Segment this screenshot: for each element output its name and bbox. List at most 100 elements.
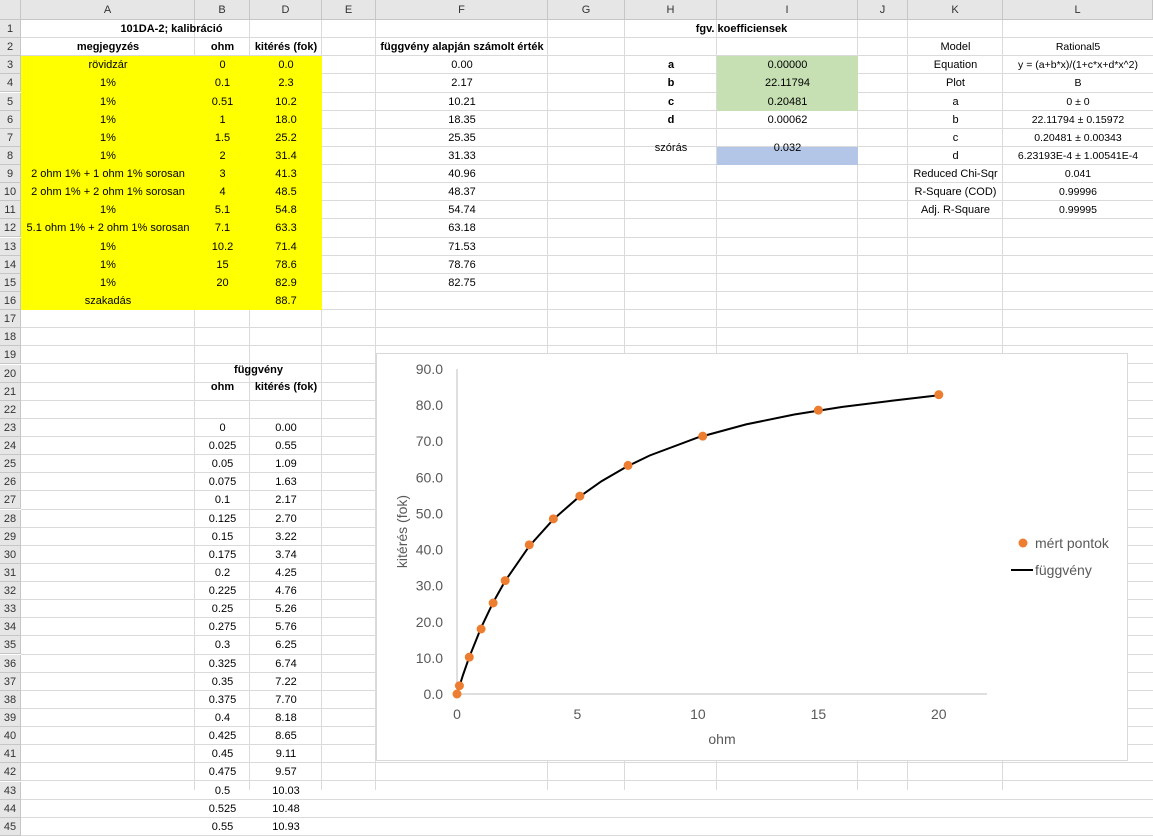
fit-label[interactable]: Model	[908, 38, 1003, 56]
function-ohm[interactable]: 0.075	[195, 473, 250, 491]
function-ohm[interactable]: 0.1	[195, 491, 250, 509]
calibration-deg[interactable]: 78.6	[250, 256, 322, 274]
row-header-9[interactable]: 9	[0, 165, 21, 184]
function-ohm[interactable]: 0.25	[195, 600, 250, 618]
calibration-ohm[interactable]: 1.5	[195, 129, 250, 147]
row-header-1[interactable]: 1	[0, 20, 21, 39]
coefficient-name-c[interactable]: c	[625, 93, 717, 111]
fit-label[interactable]: c	[908, 129, 1003, 147]
calibration-ohm[interactable]: 3	[195, 165, 250, 183]
function-header-ohm[interactable]: ohm	[195, 378, 250, 396]
row-header-10[interactable]: 10	[0, 183, 21, 202]
fit-value[interactable]: Rational5	[1003, 38, 1153, 56]
calibration-ohm[interactable]: 20	[195, 274, 250, 292]
row-header-42[interactable]: 42	[0, 763, 21, 782]
row-header-20[interactable]: 20	[0, 364, 21, 383]
row-header-15[interactable]: 15	[0, 273, 21, 292]
row-header-17[interactable]: 17	[0, 310, 21, 329]
column-header-B[interactable]: B	[195, 0, 250, 20]
calibration-note[interactable]: 5.1 ohm 1% + 2 ohm 1% sorosan	[21, 219, 195, 237]
function-deg[interactable]: 1.09	[250, 455, 322, 473]
calibration-deg[interactable]: 2.3	[250, 74, 322, 92]
calibration-note[interactable]: 1%	[21, 274, 195, 292]
function-deg[interactable]: 4.76	[250, 582, 322, 600]
fit-label[interactable]: Adj. R-Square	[908, 201, 1003, 219]
calibration-deg[interactable]: 10.2	[250, 93, 322, 111]
row-header-16[interactable]: 16	[0, 291, 21, 310]
row-header-11[interactable]: 11	[0, 201, 21, 220]
row-header-24[interactable]: 24	[0, 437, 21, 456]
function-deg[interactable]: 10.93	[250, 818, 322, 836]
calibration-note[interactable]: 1%	[21, 147, 195, 165]
computed-value[interactable]: 71.53	[376, 238, 548, 256]
function-deg[interactable]: 7.22	[250, 673, 322, 691]
calibration-ohm[interactable]: 15	[195, 256, 250, 274]
calibration-deg[interactable]: 48.5	[250, 183, 322, 201]
calibration-ohm[interactable]: 5.1	[195, 201, 250, 219]
computed-value[interactable]: 54.74	[376, 201, 548, 219]
calibration-deg[interactable]: 25.2	[250, 129, 322, 147]
computed-value[interactable]: 0.00	[376, 56, 548, 74]
function-ohm[interactable]: 0.525	[195, 800, 250, 818]
calibration-note[interactable]: 1%	[21, 93, 195, 111]
function-deg[interactable]: 4.25	[250, 564, 322, 582]
function-ohm[interactable]: 0.45	[195, 745, 250, 763]
function-ohm[interactable]: 0.05	[195, 455, 250, 473]
calibration-deg[interactable]: 31.4	[250, 147, 322, 165]
function-ohm[interactable]: 0.4	[195, 709, 250, 727]
column-header-L[interactable]: L	[1003, 0, 1153, 20]
calibration-deg[interactable]: 54.8	[250, 201, 322, 219]
fit-value[interactable]: 0 ± 0	[1003, 93, 1153, 111]
computed-value[interactable]: 63.18	[376, 219, 548, 237]
function-title[interactable]: függvény	[195, 361, 322, 379]
function-deg[interactable]: 10.48	[250, 800, 322, 818]
function-ohm[interactable]: 0.275	[195, 618, 250, 636]
function-deg[interactable]: 2.70	[250, 510, 322, 528]
row-header-39[interactable]: 39	[0, 708, 21, 727]
calibration-deg[interactable]: 18.0	[250, 111, 322, 129]
computed-value[interactable]: 18.35	[376, 111, 548, 129]
row-header-2[interactable]: 2	[0, 38, 21, 57]
fit-label[interactable]: d	[908, 147, 1003, 165]
row-header-14[interactable]: 14	[0, 255, 21, 274]
function-deg[interactable]: 6.25	[250, 636, 322, 654]
function-ohm[interactable]: 0.15	[195, 528, 250, 546]
calibration-ohm[interactable]: 7.1	[195, 219, 250, 237]
fit-value[interactable]: 6.23193E-4 ± 1.00541E-4	[1003, 147, 1153, 165]
row-header-23[interactable]: 23	[0, 418, 21, 437]
row-header-21[interactable]: 21	[0, 382, 21, 401]
std-label[interactable]: szórás	[625, 139, 717, 157]
function-deg[interactable]: 6.74	[250, 655, 322, 673]
row-header-33[interactable]: 33	[0, 600, 21, 619]
computed-value[interactable]: 82.75	[376, 274, 548, 292]
column-header-I[interactable]: I	[717, 0, 858, 20]
column-header-H[interactable]: H	[625, 0, 717, 20]
row-header-45[interactable]: 45	[0, 817, 21, 836]
row-header-4[interactable]: 4	[0, 74, 21, 93]
computed-value[interactable]: 78.76	[376, 256, 548, 274]
row-header-27[interactable]: 27	[0, 491, 21, 510]
row-header-28[interactable]: 28	[0, 509, 21, 528]
column-header-A[interactable]: A	[21, 0, 195, 20]
function-ohm[interactable]: 0.425	[195, 727, 250, 745]
select-all-corner[interactable]	[0, 0, 21, 20]
fit-value[interactable]: 0.99996	[1003, 183, 1153, 201]
column-header-F[interactable]: F	[376, 0, 548, 20]
row-header-26[interactable]: 26	[0, 473, 21, 492]
spreadsheet[interactable]: ABDEFGHIJKL 1 2 3 4 5 6 7 8 9 10 11 12 13 14 15 16 17 18 1…	[0, 0, 1153, 836]
function-deg[interactable]: 0.55	[250, 437, 322, 455]
fit-value[interactable]: y = (a+b*x)/(1+c*x+d*x^2)	[1003, 56, 1153, 74]
calibration-title[interactable]: 101DA-2; kalibráció	[21, 20, 322, 38]
function-deg[interactable]: 5.76	[250, 618, 322, 636]
row-header-12[interactable]: 12	[0, 219, 21, 238]
calibration-ohm[interactable]: 2	[195, 147, 250, 165]
function-ohm[interactable]: 0.5	[195, 782, 250, 800]
function-deg[interactable]: 1.63	[250, 473, 322, 491]
computed-value[interactable]: 10.21	[376, 93, 548, 111]
calibration-deg[interactable]: 82.9	[250, 274, 322, 292]
function-deg[interactable]: 3.74	[250, 546, 322, 564]
computed-value[interactable]: 48.37	[376, 183, 548, 201]
row-header-41[interactable]: 41	[0, 745, 21, 764]
header-megjegyzes[interactable]: megjegyzés	[21, 38, 195, 56]
row-header-7[interactable]: 7	[0, 128, 21, 147]
